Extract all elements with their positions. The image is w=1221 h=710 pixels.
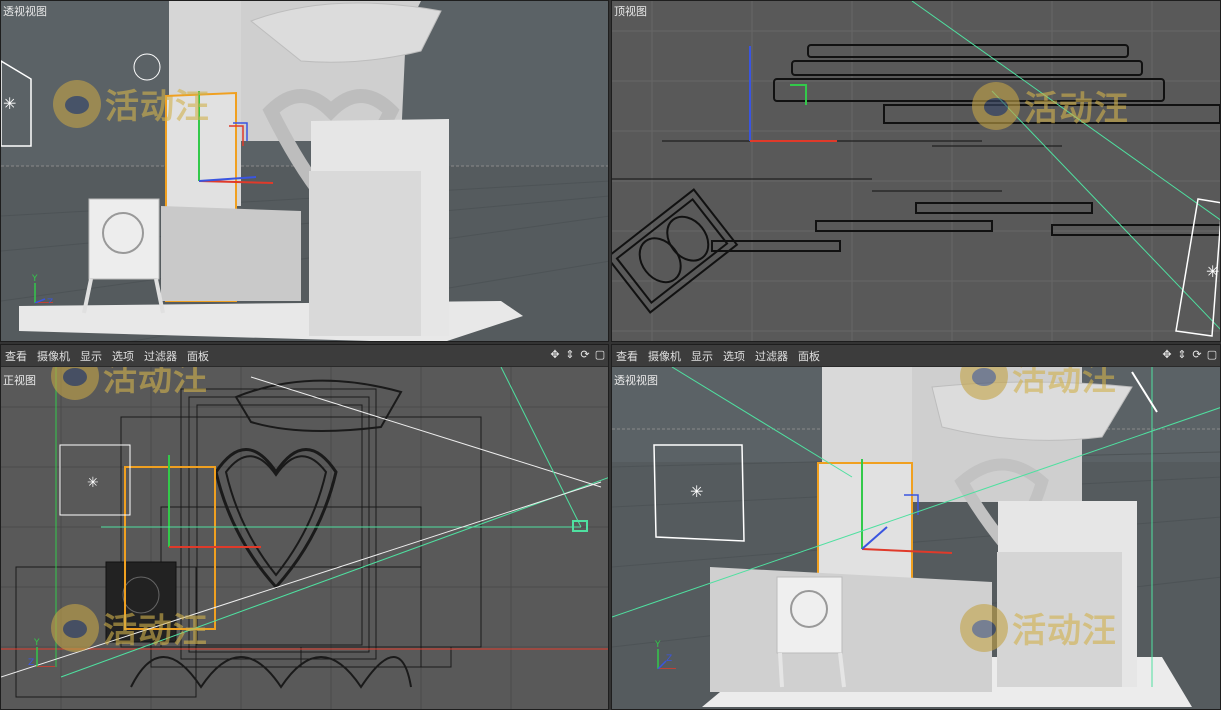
svg-text:Z: Z (28, 658, 34, 667)
menu-view[interactable]: 查看 (612, 348, 643, 364)
axis-gizmo-icon: Y X Z (654, 640, 676, 669)
menu-options[interactable]: 选项 (107, 348, 139, 364)
menu-display[interactable]: 显示 (75, 348, 107, 364)
perspective-scene-bottom-right: ✳ (612, 367, 1220, 709)
top-view-scene: ✳ (612, 1, 1220, 341)
maximize-icon[interactable]: ▢ (594, 348, 606, 362)
viewport-perspective-top-left[interactable]: ✳ 透视视图 活动汪 Y X Z (0, 0, 609, 342)
svg-text:Y: Y (654, 640, 661, 650)
menu-options[interactable]: 选项 (718, 348, 750, 364)
viewport-top-view[interactable]: ✳ 顶视图 活动汪 (611, 0, 1221, 342)
viewport-label: 透视视图 (3, 5, 47, 18)
perspective-canvas: ✳ (612, 367, 1220, 709)
viewport-nav-icons: ✥ ⇕ ⟳ ▢ (1161, 348, 1218, 362)
rotate-icon[interactable]: ⟳ (579, 348, 591, 362)
menu-camera[interactable]: 摄像机 (643, 348, 686, 364)
svg-text:✳: ✳ (1206, 262, 1219, 281)
menu-panel[interactable]: 面板 (182, 348, 214, 364)
svg-text:✳: ✳ (690, 482, 703, 501)
viewport-label: 顶视图 (614, 5, 647, 18)
menu-view[interactable]: 查看 (1, 348, 32, 364)
arrows-icon[interactable]: ⇕ (1176, 348, 1188, 362)
arrows-icon[interactable]: ⇕ (564, 348, 576, 362)
svg-text:Y: Y (33, 638, 40, 648)
viewport-label: 正视图 (3, 374, 36, 387)
menu-filter[interactable]: 过滤器 (750, 348, 793, 364)
viewport-menubar: 查看 摄像机 显示 选项 过滤器 面板 ✥ ⇕ ⟳ ▢ (612, 345, 1220, 367)
viewport-perspective-bottom-right[interactable]: 查看 摄像机 显示 选项 过滤器 面板 ✥ ⇕ ⟳ ▢ ✳ 透视视图 活动汪 活… (611, 344, 1221, 710)
viewport-menubar: 查看 摄像机 显示 选项 过滤器 面板 ✥ ⇕ ⟳ ▢ (1, 345, 608, 367)
svg-text:Z: Z (47, 298, 53, 303)
move-icon[interactable]: ✥ (549, 348, 561, 362)
menu-display[interactable]: 显示 (686, 348, 718, 364)
move-icon[interactable]: ✥ (1161, 348, 1173, 362)
viewport-label: 透视视图 (614, 374, 658, 387)
rotate-icon[interactable]: ⟳ (1191, 348, 1203, 362)
c4d-four-view-layout: ✳ 透视视图 活动汪 Y X Z (0, 0, 1221, 710)
viewport-nav-icons: ✥ ⇕ ⟳ ▢ (549, 348, 606, 362)
svg-text:Y: Y (31, 274, 38, 284)
svg-text:✳: ✳ (3, 94, 16, 113)
front-view-scene: ✳ (1, 367, 608, 709)
menu-camera[interactable]: 摄像机 (32, 348, 75, 364)
svg-text:Z: Z (666, 654, 672, 664)
maximize-icon[interactable]: ▢ (1206, 348, 1218, 362)
menu-panel[interactable]: 面板 (793, 348, 825, 364)
front-view-canvas: ✳ (1, 367, 608, 709)
svg-text:✳: ✳ (87, 475, 99, 491)
axis-gizmo-icon: Y X Z (28, 638, 55, 667)
axis-gizmo-icon: Y X Z (31, 274, 53, 303)
perspective-scene-top-left: ✳ (1, 1, 608, 341)
menu-filter[interactable]: 过滤器 (139, 348, 182, 364)
viewport-front-view[interactable]: 查看 摄像机 显示 选项 过滤器 面板 ✥ ⇕ ⟳ ▢ ✳ 正视图 活动汪 活动… (0, 344, 609, 710)
